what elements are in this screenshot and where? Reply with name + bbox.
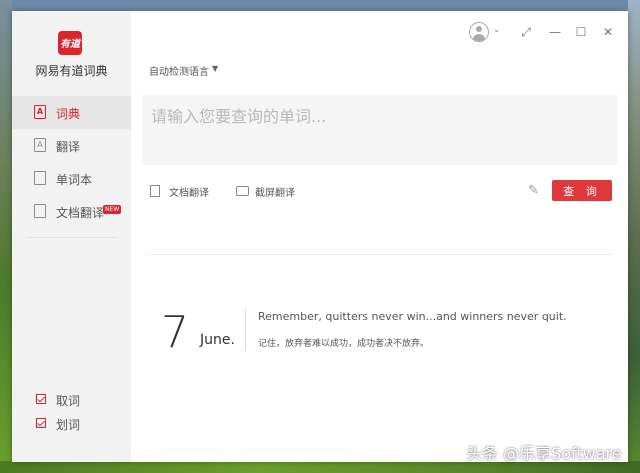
youdao-logo-icon: 有道 bbox=[58, 31, 82, 55]
daily-month: June. bbox=[200, 332, 235, 348]
daily-quote-chinese: 记住，放弃者难以成功，成功者决不放弃。 bbox=[258, 339, 430, 349]
query-button[interactable]: 查 询 bbox=[552, 180, 612, 201]
daily-separator bbox=[245, 309, 246, 351]
logo-text: 有道 bbox=[60, 39, 80, 50]
sidebar-item-translate[interactable]: A 翻译 bbox=[12, 129, 131, 162]
app-window: 有道 网易有道词典 A 词典 A 翻译 单词本 文档翻译 NEW 取词 划词 ⌄… bbox=[12, 11, 628, 462]
new-badge: NEW bbox=[103, 205, 122, 214]
check-select-word[interactable]: 划词 bbox=[36, 416, 126, 432]
document-icon bbox=[34, 204, 46, 218]
sidebar-item-wordbook[interactable]: 单词本 bbox=[12, 162, 131, 195]
checkbox-icon[interactable] bbox=[36, 394, 46, 404]
language-select[interactable]: 自动检测语言 bbox=[149, 63, 209, 78]
check-label: 划词 bbox=[56, 418, 81, 432]
translate-icon: A bbox=[34, 138, 46, 152]
check-label: 取词 bbox=[56, 394, 81, 408]
user-avatar-icon[interactable] bbox=[469, 22, 489, 42]
camera-icon bbox=[236, 186, 249, 196]
sidebar-divider bbox=[26, 237, 118, 238]
close-icon[interactable]: ✕ bbox=[600, 24, 616, 40]
chevron-down-icon[interactable]: ⌄ bbox=[493, 25, 501, 35]
sidebar: 有道 网易有道词典 A 词典 A 翻译 单词本 文档翻译 NEW 取词 划词 bbox=[12, 11, 131, 462]
minimize-icon[interactable]: — bbox=[547, 24, 563, 40]
sidebar-item-label: 文档翻译 bbox=[56, 206, 105, 220]
search-input[interactable] bbox=[142, 95, 617, 165]
chevron-down-icon[interactable]: ▼ bbox=[212, 64, 218, 73]
pin-icon[interactable]: ⤢ bbox=[518, 24, 534, 40]
desktop-background-right bbox=[628, 0, 640, 473]
doc-translate-label: 文档翻译 bbox=[169, 188, 209, 199]
sidebar-item-label: 词典 bbox=[56, 107, 81, 121]
check-capture-word[interactable]: 取词 bbox=[36, 392, 126, 408]
watermark: 头条 @乐享Software bbox=[466, 444, 622, 463]
screenshot-translate-label: 截屏翻译 bbox=[255, 188, 295, 199]
desktop-background-left bbox=[0, 0, 12, 473]
daily-day: 7 bbox=[161, 307, 189, 358]
sidebar-item-dictionary[interactable]: A 词典 bbox=[12, 96, 131, 129]
document-icon bbox=[150, 185, 160, 197]
maximize-icon[interactable]: ☐ bbox=[573, 24, 589, 40]
checkbox-icon[interactable] bbox=[36, 418, 46, 428]
content-divider bbox=[147, 254, 612, 255]
sidebar-item-label: 单词本 bbox=[56, 173, 93, 187]
wordbook-icon bbox=[34, 171, 46, 185]
dictionary-icon: A bbox=[34, 105, 46, 119]
pen-icon[interactable]: ✎ bbox=[528, 184, 541, 197]
sidebar-item-document-translate[interactable]: 文档翻译 NEW bbox=[12, 195, 131, 228]
daily-quote-english: Remember, quitters never win...and winne… bbox=[258, 310, 567, 323]
sidebar-item-label: 翻译 bbox=[56, 140, 81, 154]
app-name: 网易有道词典 bbox=[35, 64, 108, 78]
